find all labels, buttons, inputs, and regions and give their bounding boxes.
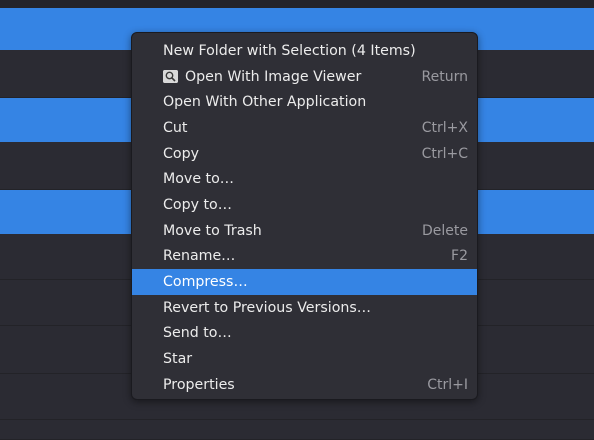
menu-item-label: Move to…	[163, 171, 234, 188]
context-menu: New Folder with Selection (4 Items) Open…	[131, 32, 478, 400]
menu-item-revert-to-previous-versions[interactable]: Revert to Previous Versions…	[132, 295, 477, 321]
menu-item-label: Send to…	[163, 325, 232, 342]
menu-item-accelerator: F2	[451, 248, 468, 265]
menu-item-move-to[interactable]: Move to…	[132, 166, 477, 192]
menu-item-move-to-trash[interactable]: Move to Trash Delete	[132, 218, 477, 244]
menu-item-label: Cut	[163, 119, 188, 136]
menu-item-copy-to[interactable]: Copy to…	[132, 192, 477, 218]
menu-item-label: Rename…	[163, 248, 236, 265]
menu-item-accelerator: Ctrl+I	[427, 376, 468, 393]
menu-item-accelerator: Ctrl+C	[421, 145, 468, 162]
menu-item-send-to[interactable]: Send to…	[132, 321, 477, 347]
menu-item-label: Copy	[163, 145, 199, 162]
menu-item-properties[interactable]: Properties Ctrl+I	[132, 372, 477, 398]
menu-item-label: Properties	[163, 376, 235, 393]
menu-item-label: Open With Image Viewer	[185, 68, 362, 85]
menu-item-label: Compress…	[163, 274, 248, 291]
menu-item-accelerator: Return	[421, 68, 468, 85]
menu-item-open-with-other-application[interactable]: Open With Other Application	[132, 89, 477, 115]
menu-item-accelerator: Delete	[422, 222, 468, 239]
menu-item-star[interactable]: Star	[132, 346, 477, 372]
menu-item-accelerator: Ctrl+X	[421, 119, 468, 136]
menu-item-cut[interactable]: Cut Ctrl+X	[132, 115, 477, 141]
window-top-edge	[0, 0, 594, 8]
menu-item-label: Star	[163, 351, 193, 368]
menu-item-label: Copy to…	[163, 196, 232, 213]
menu-item-label: Open With Other Application	[163, 94, 367, 111]
image-viewer-icon	[163, 69, 178, 83]
menu-item-label: Revert to Previous Versions…	[163, 299, 371, 316]
menu-item-new-folder-with-selection[interactable]: New Folder with Selection (4 Items)	[132, 38, 477, 64]
menu-item-compress[interactable]: Compress…	[132, 269, 477, 295]
menu-item-label: Move to Trash	[163, 222, 262, 239]
file-row[interactable]	[0, 420, 594, 440]
menu-item-label: New Folder with Selection (4 Items)	[163, 42, 416, 59]
menu-item-copy[interactable]: Copy Ctrl+C	[132, 141, 477, 167]
menu-item-open-with-image-viewer[interactable]: Open With Image Viewer Return	[132, 64, 477, 90]
menu-item-rename[interactable]: Rename… F2	[132, 244, 477, 270]
